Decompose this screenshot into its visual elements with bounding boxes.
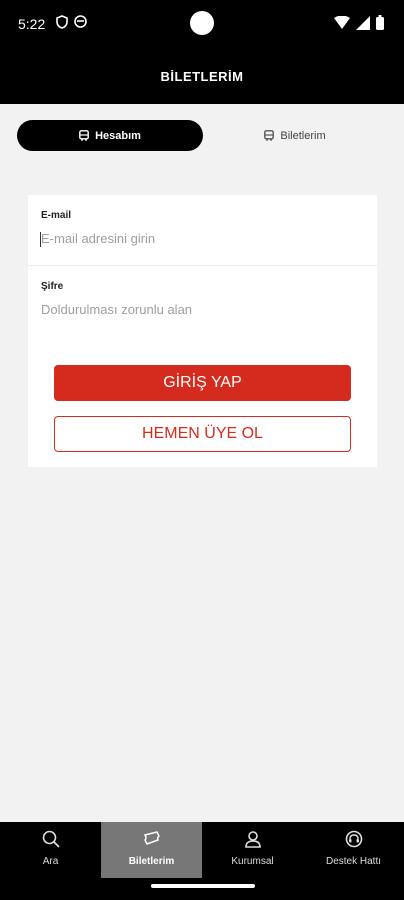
tab-hesabim-label: Hesabım	[95, 129, 141, 142]
wifi-icon	[334, 16, 350, 29]
nav-item-biletlerim[interactable]: Biletlerim	[101, 822, 202, 878]
email-input[interactable]	[41, 231, 361, 246]
search-icon	[42, 830, 60, 848]
login-form: E-mail Şifre GİRİŞ YAP HEMEN ÜYE OL	[28, 195, 377, 467]
login-button[interactable]: GİRİŞ YAP	[54, 365, 351, 401]
home-indicator	[151, 884, 255, 888]
email-field-group: E-mail	[28, 195, 377, 266]
password-input[interactable]	[41, 302, 361, 317]
nav-label-kurumsal: Kurumsal	[231, 856, 274, 867]
bottom-nav: Ara Biletlerim Kurumsal Destek Hattı	[0, 822, 404, 900]
person-icon	[244, 831, 261, 848]
nav-label-ara: Ara	[42, 856, 59, 867]
app-icon	[74, 15, 87, 28]
signup-button[interactable]: HEMEN ÜYE OL	[54, 416, 351, 452]
tab-hesabim[interactable]: Hesabım	[17, 120, 203, 151]
bus-icon	[264, 130, 275, 141]
camera-cutout	[190, 11, 214, 35]
battery-icon	[376, 15, 384, 30]
tab-biletlerim[interactable]: Biletlerim	[203, 120, 387, 151]
nav-item-ara[interactable]: Ara	[0, 822, 101, 878]
nav-item-destek[interactable]: Destek Hattı	[303, 822, 404, 878]
tab-biletlerim-label: Biletlerim	[280, 129, 326, 142]
password-field-group: Şifre	[28, 266, 377, 336]
status-bar: 5:22	[0, 0, 404, 48]
email-label: E-mail	[41, 210, 72, 221]
signal-icon	[356, 15, 370, 30]
nav-label-destek: Destek Hattı	[325, 856, 382, 867]
nav-item-kurumsal[interactable]: Kurumsal	[202, 822, 303, 878]
support-icon	[345, 830, 362, 848]
page-title: BİLETLERİM	[160, 68, 244, 84]
bus-icon	[79, 130, 89, 141]
shield-icon	[56, 15, 68, 29]
tab-bar: Hesabım Biletlerim	[17, 120, 387, 151]
nav-label-biletlerim: Biletlerim	[128, 856, 175, 867]
ticket-icon	[143, 831, 160, 845]
app-header: BİLETLERİM	[0, 48, 404, 104]
status-time: 5:22	[18, 16, 46, 32]
password-label: Şifre	[41, 281, 64, 292]
